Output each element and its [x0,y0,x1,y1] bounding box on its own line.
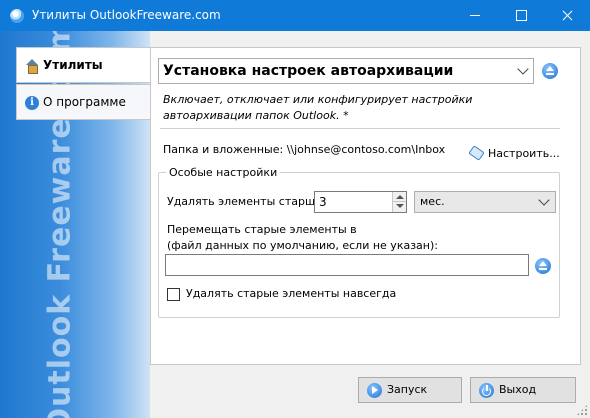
tab-about-label: О программе [43,95,126,109]
older-value-stepper[interactable] [392,192,406,212]
app-window: Утилиты OutlookFreeware.com Outlook Free… [0,0,590,418]
exit-button[interactable]: Выход [470,377,576,403]
utility-select[interactable]: Установка настроек автоархивации [158,58,534,84]
resize-grip-icon[interactable] [576,404,588,416]
chevron-down-icon [517,63,529,75]
minimize-button[interactable] [452,0,498,31]
move-label-line-2: (файл данных по умолчанию, если не указа… [167,239,438,252]
description-line-2: автоархивации папок Outlook. * [163,109,349,122]
utility-select-value: Установка настроек автоархивации [163,63,454,79]
tab-about[interactable]: i О программе [16,84,150,120]
move-label-line-1: Перемещать старые элементы в [167,223,357,236]
app-icon [10,9,24,23]
close-button[interactable] [544,0,590,31]
divider [160,128,560,129]
delete-forever-label[interactable]: Удалять старые элементы навсегда [186,287,396,300]
tab-utilities-label: Утилиты [43,58,103,72]
brand-watermark: Outlook Freeware .com [42,31,78,418]
eject-icon[interactable] [542,63,558,79]
eject-icon[interactable] [535,258,551,274]
power-icon [479,383,494,398]
folder-label: Папка и вложенные: \\johnse@contoso.com\… [163,143,446,156]
configure-label: Настроить... [488,147,560,160]
run-button[interactable]: Запуск [358,377,462,403]
special-settings-title: Особые настройки [166,166,281,179]
maximize-button[interactable] [498,0,544,31]
description-line-1: Включает, отключает или конфигурирует на… [163,93,473,106]
window-title: Утилиты OutlookFreeware.com [32,8,221,22]
archive-path-input[interactable] [165,254,529,276]
utility-description: Включает, отключает или конфигурирует на… [163,92,493,124]
stepper-down-icon[interactable] [392,202,406,212]
delete-older-label: Удалять элементы старше [167,195,322,208]
exit-button-label: Выход [499,383,537,396]
run-button-label: Запуск [387,383,428,396]
period-unit-value: мес. [420,195,445,208]
info-icon: i [25,96,39,110]
stepper-up-icon[interactable] [392,192,406,202]
play-icon [367,383,382,398]
tab-utilities[interactable]: Утилиты [16,47,150,83]
home-icon [25,59,39,74]
title-bar[interactable]: Утилиты OutlookFreeware.com [0,0,590,31]
delete-forever-checkbox[interactable] [167,288,180,301]
chevron-down-icon [538,194,550,206]
move-items-label: Перемещать старые элементы в (файл данны… [167,222,438,254]
period-unit-select[interactable]: мес. [414,191,556,213]
